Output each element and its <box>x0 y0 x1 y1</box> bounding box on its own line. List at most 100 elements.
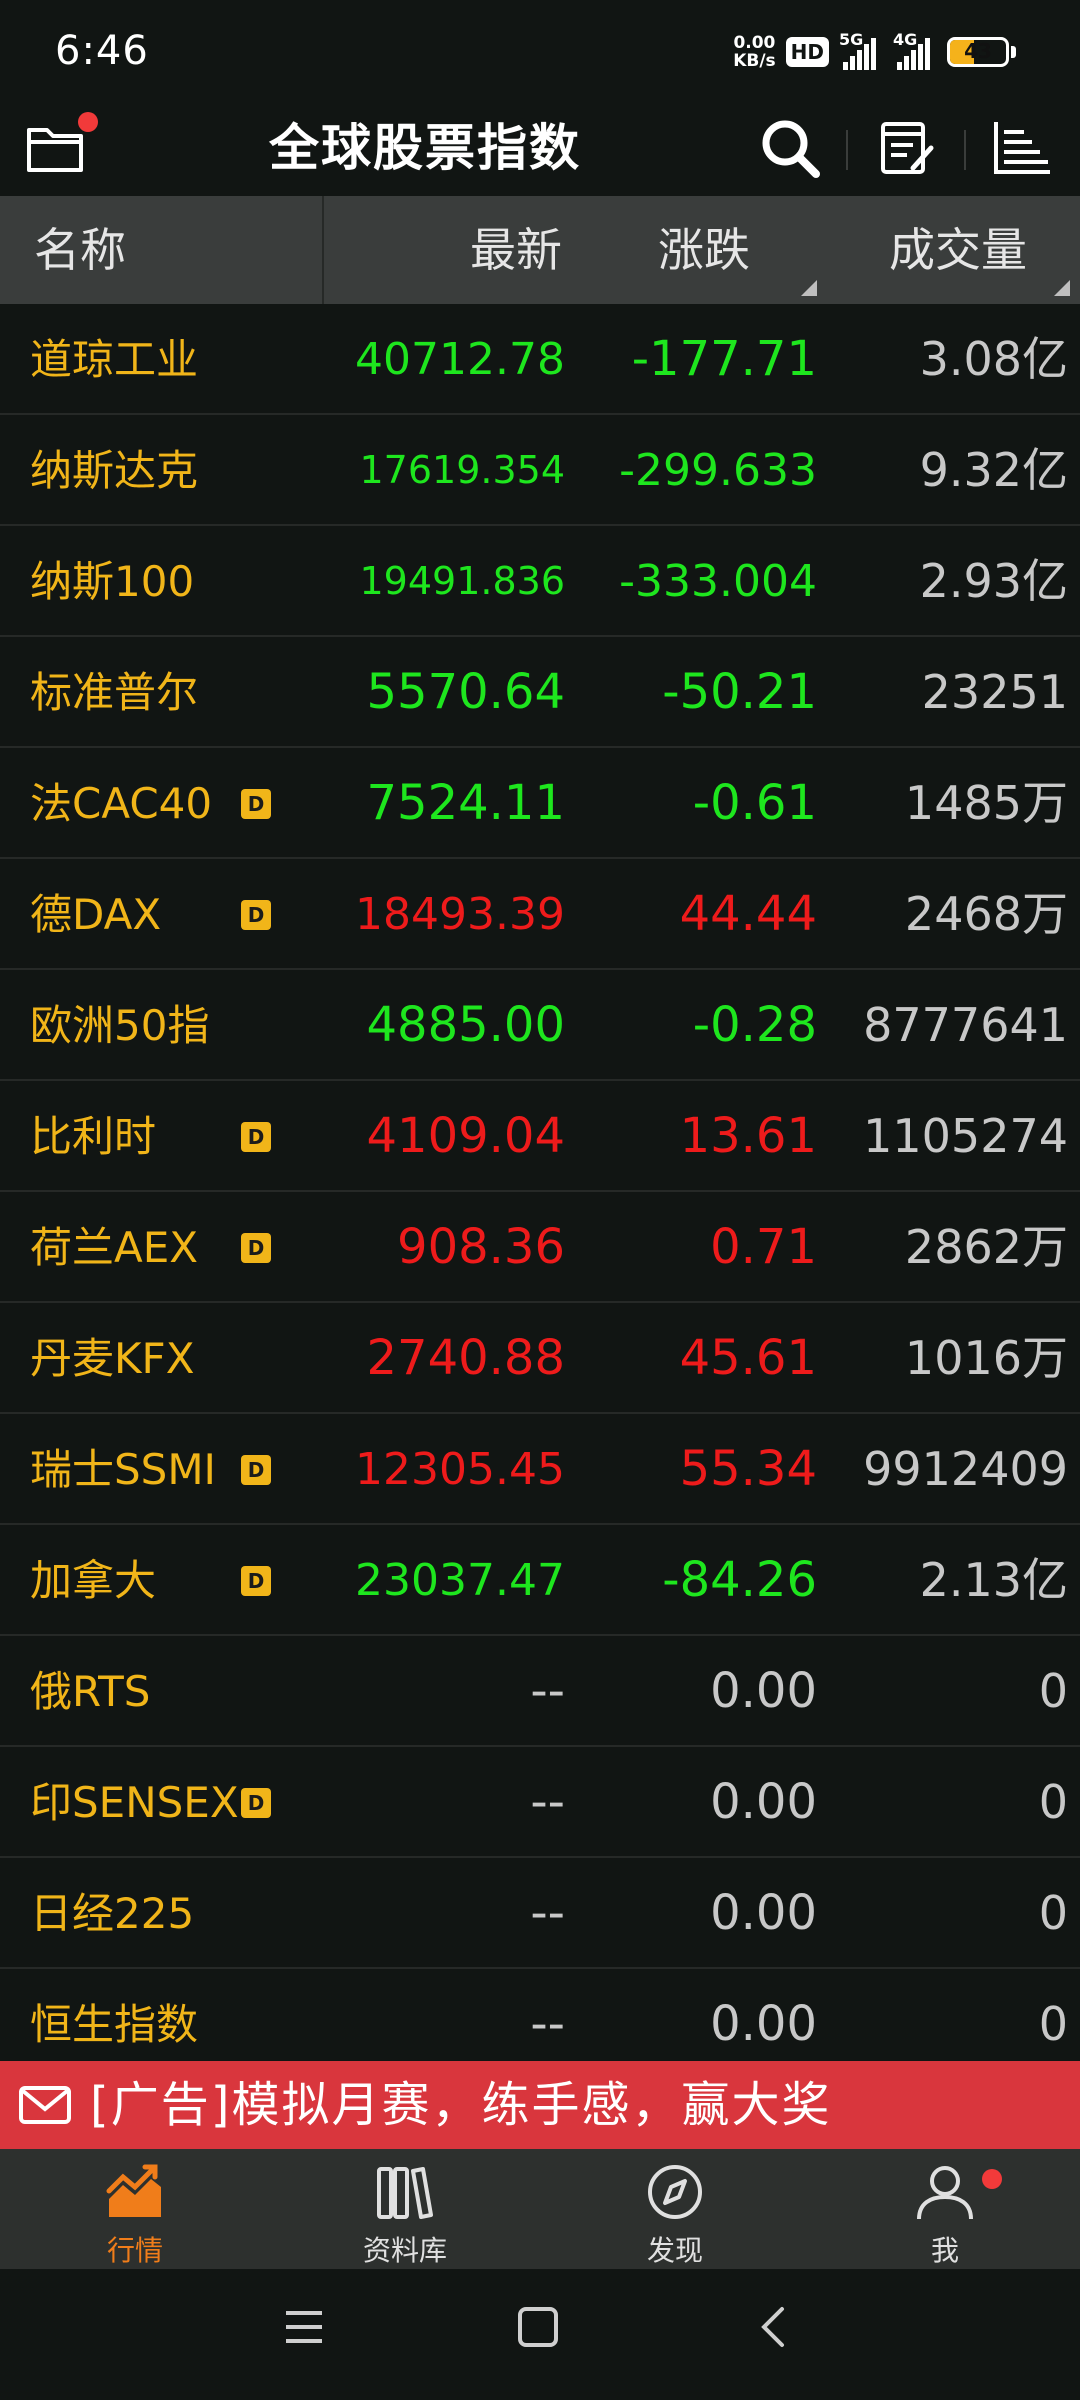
index-name: 法CAC40 <box>30 779 213 828</box>
index-list: 道琼工业 40712.78 -177.71 3.08亿纳斯达克 17619.354 -29… <box>0 304 1080 2080</box>
search-button[interactable] <box>742 100 838 196</box>
title-divider <box>964 130 966 170</box>
signal-4g-icon: 4G <box>893 30 937 70</box>
price-change: -84.26 <box>662 1552 817 1608</box>
battery-icon: 43 <box>947 37 1009 67</box>
trade-volume: 2862万 <box>904 1220 1068 1274</box>
notification-dot <box>982 2169 1002 2189</box>
latest-price: -- <box>530 1774 565 1830</box>
latest-price: 40712.78 <box>355 334 565 385</box>
table-row[interactable]: 日经225 -- 0.00 0 <box>0 1858 1080 1969</box>
back-chevron-icon <box>761 2307 784 2347</box>
price-change: 44.44 <box>679 886 817 942</box>
table-row[interactable]: 丹麦KFX 2740.88 45.61 1016万 <box>0 1303 1080 1414</box>
index-name: 印SENSEX <box>30 1778 239 1827</box>
latest-price: -- <box>530 1885 565 1941</box>
price-change: 0.00 <box>710 1774 817 1830</box>
status-bar: 6:46 0.00 KB/s HD 5G 4G 43 <box>0 0 1080 100</box>
signal-4g-label: 4G <box>893 30 918 49</box>
hd-voice-icon: HD <box>785 37 829 67</box>
nav-item-library[interactable]: 资料库 <box>270 2149 540 2269</box>
trade-volume: 0 <box>1038 1886 1068 1940</box>
latest-price: 2740.88 <box>366 1330 566 1386</box>
signal-5g-label: 5G <box>839 30 864 49</box>
nav-item-market[interactable]: 行情 <box>0 2149 270 2269</box>
table-row[interactable]: 瑞士SSMI D 12305.45 55.34 9912409 <box>0 1414 1080 1525</box>
index-name: 德DAX <box>30 890 162 939</box>
table-row[interactable]: 纳斯达克 17619.354 -299.633 9.32亿 <box>0 415 1080 526</box>
title-divider <box>846 130 848 170</box>
status-indicators: 0.00 KB/s HD 5G 4G 43 <box>733 30 1016 74</box>
table-row[interactable]: 欧洲50指 4885.00 -0.28 8777641 <box>0 970 1080 1081</box>
latest-price: 7524.11 <box>366 775 566 831</box>
sort-button[interactable] <box>974 100 1070 196</box>
table-row[interactable]: 道琼工业 40712.78 -177.71 3.08亿 <box>0 304 1080 415</box>
home-button[interactable] <box>516 2305 560 2353</box>
price-change: -177.71 <box>631 331 817 387</box>
table-row[interactable]: 比利时 D 4109.04 13.61 1105274 <box>0 1081 1080 1192</box>
price-change: 13.61 <box>679 1108 817 1164</box>
table-row[interactable]: 印SENSEX D -- 0.00 0 <box>0 1747 1080 1858</box>
column-header-name[interactable]: 名称 <box>0 196 324 304</box>
title-bar: 全球股票指数 <box>0 100 1080 196</box>
search-icon <box>762 120 820 178</box>
ad-banner[interactable]: [广告]模拟月赛，练手感，赢大奖 <box>0 2061 1080 2149</box>
network-speed-unit: KB/s <box>733 51 776 71</box>
latest-price: 4109.04 <box>366 1108 566 1164</box>
table-row[interactable]: 纳斯100 19491.836 -333.004 2.93亿 <box>0 526 1080 637</box>
menu-icon <box>286 2311 322 2343</box>
back-button[interactable] <box>752 2305 796 2353</box>
table-row[interactable]: 德DAX D 18493.39 44.44 2468万 <box>0 859 1080 970</box>
index-name: 加拿大 <box>30 1556 157 1605</box>
nav-item-discover[interactable]: 发现 <box>540 2149 810 2269</box>
trade-volume: 9912409 <box>863 1442 1068 1496</box>
table-row[interactable]: 标准普尔 5570.64 -50.21 23251 <box>0 637 1080 748</box>
index-name: 纳斯达克 <box>30 446 199 495</box>
trade-volume: 0 <box>1038 1775 1068 1829</box>
status-time: 6:46 <box>55 28 149 74</box>
library-icon <box>377 2167 433 2219</box>
index-name: 纳斯100 <box>30 557 195 606</box>
price-change: 0.00 <box>710 1663 817 1719</box>
network-speed-value: 0.00 <box>733 33 776 53</box>
trade-volume: 8777641 <box>863 998 1068 1052</box>
signal-5g-icon: 5G <box>839 30 883 70</box>
price-change: -333.004 <box>619 556 817 607</box>
trade-volume: 2468万 <box>904 887 1068 941</box>
latest-price: 5570.64 <box>366 664 566 720</box>
nav-label: 我 <box>930 2234 959 2267</box>
user-icon <box>917 2166 973 2220</box>
nav-item-me[interactable]: 我 <box>810 2149 1080 2269</box>
price-change: 0.00 <box>710 1885 817 1941</box>
edit-list-button[interactable] <box>860 100 956 196</box>
trade-volume: 9.32亿 <box>919 443 1068 497</box>
index-name: 瑞士SSMI <box>30 1445 216 1494</box>
index-name: 比利时 <box>30 1112 157 1161</box>
trade-volume: 23251 <box>921 665 1068 719</box>
column-header-volume[interactable]: 成交量 <box>807 196 1027 304</box>
battery-level: 43 <box>964 39 992 63</box>
trade-volume: 3.08亿 <box>919 332 1068 386</box>
column-header-latest[interactable]: 最新 <box>362 196 562 304</box>
table-row[interactable]: 加拿大 D 23037.47 -84.26 2.13亿 <box>0 1525 1080 1636</box>
index-name: 丹麦KFX <box>30 1334 195 1383</box>
table-row[interactable]: 法CAC40 D 7524.11 -0.61 1485万 <box>0 748 1080 859</box>
sort-indicator-icon <box>1054 280 1070 296</box>
trade-volume: 1105274 <box>863 1109 1068 1163</box>
system-nav-bar <box>0 2269 1080 2400</box>
edit-list-icon <box>881 122 934 174</box>
latest-price: -- <box>530 1663 565 1719</box>
price-change: -50.21 <box>662 664 817 720</box>
index-name: 荷兰AEX <box>30 1223 199 1272</box>
index-name: 道琼工业 <box>30 335 199 384</box>
trade-volume: 2.13亿 <box>919 1553 1068 1607</box>
table-row[interactable]: 俄RTS -- 0.00 0 <box>0 1636 1080 1747</box>
price-change: 55.34 <box>679 1441 817 1497</box>
menu-button[interactable] <box>282 2305 326 2353</box>
table-row[interactable]: 荷兰AEX D 908.36 0.71 2862万 <box>0 1192 1080 1303</box>
column-header-change[interactable]: 涨跌 <box>590 196 750 304</box>
network-speed: 0.00 KB/s <box>733 34 775 70</box>
latest-price: 19491.836 <box>359 559 566 603</box>
trade-volume: 1016万 <box>904 1331 1068 1385</box>
price-change: 0.71 <box>710 1219 817 1275</box>
